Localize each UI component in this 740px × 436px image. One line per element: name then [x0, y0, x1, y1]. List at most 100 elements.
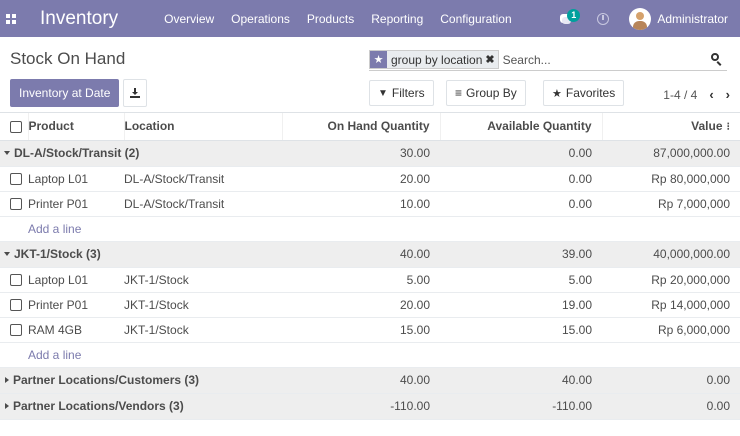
user-name[interactable]: Administrator	[657, 12, 728, 26]
row-checkbox[interactable]	[10, 198, 22, 211]
table-row[interactable]: Printer P01 JKT-1/Stock 20.00 19.00 Rp 1…	[0, 292, 740, 318]
inventory-at-date-button[interactable]: Inventory at Date	[10, 79, 120, 107]
avatar[interactable]	[629, 7, 652, 30]
download-button[interactable]	[123, 79, 147, 107]
group-value: 0.00	[602, 367, 740, 394]
optional-columns-icon[interactable]: ⁝	[727, 121, 731, 133]
cell-location[interactable]: JKT-1/Stock	[124, 267, 282, 293]
add-line-link[interactable]: Add a line	[28, 342, 740, 368]
cell-product[interactable]: Printer P01	[28, 292, 124, 318]
caret-right-icon	[5, 403, 9, 410]
add-line-link[interactable]: Add a line	[28, 216, 740, 242]
group-row[interactable]: JKT-1/Stock (3) 40.00 39.00 40,000,000.0…	[0, 241, 740, 268]
app-name[interactable]: Inventory	[40, 8, 118, 30]
group-label-cell: DL-A/Stock/Transit (2)	[0, 140, 282, 167]
group-row[interactable]: Partner Locations/Customers (3) 40.00 40…	[0, 367, 740, 394]
cell-product[interactable]: RAM 4GB	[28, 317, 124, 343]
search-facet: ★ group by location ✖	[369, 50, 499, 69]
group-row[interactable]: Partner Locations/Vendors (3) -110.00 -1…	[0, 393, 740, 420]
search-facet-label: group by location	[391, 52, 483, 67]
cell-on-hand[interactable]: 20.00	[282, 166, 440, 192]
group-value: 87,000,000.00	[602, 140, 740, 167]
cell-on-hand[interactable]: 5.00	[282, 267, 440, 293]
stock-table: Product Location On Hand Quantity Availa…	[0, 113, 740, 420]
menu-item-reporting[interactable]: Reporting	[371, 12, 423, 26]
row-checkbox[interactable]	[10, 274, 22, 287]
top-navbar: Inventory Overview Operations Products R…	[0, 0, 740, 37]
menu-item-configuration[interactable]: Configuration	[440, 12, 511, 26]
control-panel: Stock On Hand ★ group by location ✖ Inve…	[0, 37, 740, 113]
group-label: Partner Locations/Vendors (3)	[13, 399, 184, 413]
cell-value[interactable]: Rp 20,000,000	[602, 267, 740, 293]
cell-value[interactable]: Rp 80,000,000	[602, 166, 740, 192]
page-title: Stock On Hand	[10, 49, 126, 68]
cell-value[interactable]: Rp 14,000,000	[602, 292, 740, 318]
row-checkbox[interactable]	[10, 173, 22, 186]
column-header-location[interactable]: Location	[123, 113, 282, 141]
table-row[interactable]: Laptop L01 DL-A/Stock/Transit 20.00 0.00…	[0, 166, 740, 192]
group-on-hand: 40.00	[282, 367, 440, 394]
chat-badge: 1	[567, 8, 581, 22]
cell-on-hand[interactable]: 20.00	[282, 292, 440, 318]
cell-available[interactable]: 15.00	[440, 317, 602, 343]
select-all-checkbox[interactable]	[10, 121, 22, 134]
column-header-product[interactable]: Product	[27, 113, 124, 141]
bars-icon: ≡	[455, 86, 463, 100]
remove-facet-icon[interactable]: ✖	[485, 53, 497, 66]
group-label-cell: Partner Locations/Vendors (3)	[0, 393, 282, 420]
pager-value[interactable]: 1-4 / 4	[663, 88, 697, 102]
row-checkbox[interactable]	[10, 299, 22, 312]
cell-product[interactable]: Printer P01	[28, 191, 124, 217]
group-label-cell: Partner Locations/Customers (3)	[0, 367, 282, 394]
star-icon: ★	[370, 51, 387, 68]
cell-value[interactable]: Rp 7,000,000	[602, 191, 740, 217]
star-icon: ★	[552, 87, 562, 100]
apps-menu-icon[interactable]	[0, 0, 22, 37]
filters-button[interactable]: ▼ Filters	[369, 80, 434, 106]
row-checkbox[interactable]	[10, 324, 22, 337]
group-label-cell: JKT-1/Stock (3)	[0, 241, 282, 268]
cell-on-hand[interactable]: 10.00	[282, 191, 440, 217]
chat-icon[interactable]: 1	[559, 8, 581, 27]
menu-item-products[interactable]: Products	[307, 12, 354, 26]
filters-label: Filters	[391, 86, 425, 100]
chevron-right-icon[interactable]: ›	[726, 87, 730, 102]
menu-item-overview[interactable]: Overview	[164, 12, 214, 26]
group-by-label: Group By	[466, 86, 517, 100]
search-icon[interactable]	[711, 53, 723, 66]
cell-location[interactable]: DL-A/Stock/Transit	[124, 191, 282, 217]
search-input[interactable]	[502, 52, 683, 67]
cell-available[interactable]: 0.00	[440, 166, 602, 192]
group-value: 0.00	[602, 393, 740, 420]
cell-product[interactable]: Laptop L01	[28, 267, 124, 293]
select-all-cell	[0, 113, 28, 141]
group-on-hand: -110.00	[282, 393, 440, 420]
chevron-left-icon[interactable]: ‹	[709, 87, 713, 102]
table-row[interactable]: Printer P01 DL-A/Stock/Transit 10.00 0.0…	[0, 191, 740, 217]
add-line-row: Add a line	[0, 216, 740, 242]
cell-available[interactable]: 5.00	[440, 267, 602, 293]
column-header-available[interactable]: Available Quantity	[439, 113, 602, 141]
cell-product[interactable]: Laptop L01	[28, 166, 124, 192]
cell-location[interactable]: DL-A/Stock/Transit	[124, 166, 282, 192]
caret-right-icon	[5, 377, 9, 384]
column-header-value[interactable]: Value ⁝	[601, 113, 740, 141]
cell-available[interactable]: 19.00	[440, 292, 602, 318]
column-header-on-hand[interactable]: On Hand Quantity	[281, 113, 440, 141]
group-by-button[interactable]: ≡ Group By	[446, 80, 526, 106]
cell-on-hand[interactable]: 15.00	[282, 317, 440, 343]
cell-value[interactable]: Rp 6,000,000	[602, 317, 740, 343]
cell-available[interactable]: 0.00	[440, 191, 602, 217]
group-on-hand: 30.00	[282, 140, 440, 167]
cell-location[interactable]: JKT-1/Stock	[124, 317, 282, 343]
menu-item-operations[interactable]: Operations	[231, 12, 290, 26]
favorites-button[interactable]: ★ Favorites	[543, 80, 625, 106]
activity-clock-icon[interactable]	[597, 12, 610, 25]
group-row[interactable]: DL-A/Stock/Transit (2) 30.00 0.00 87,000…	[0, 140, 740, 167]
group-label: DL-A/Stock/Transit (2)	[14, 146, 140, 160]
group-available: 40.00	[440, 367, 602, 394]
table-row[interactable]: Laptop L01 JKT-1/Stock 5.00 5.00 Rp 20,0…	[0, 267, 740, 293]
main-menu: Overview Operations Products Reporting C…	[164, 12, 529, 26]
table-row[interactable]: RAM 4GB JKT-1/Stock 15.00 15.00 Rp 6,000…	[0, 317, 740, 343]
cell-location[interactable]: JKT-1/Stock	[124, 292, 282, 318]
